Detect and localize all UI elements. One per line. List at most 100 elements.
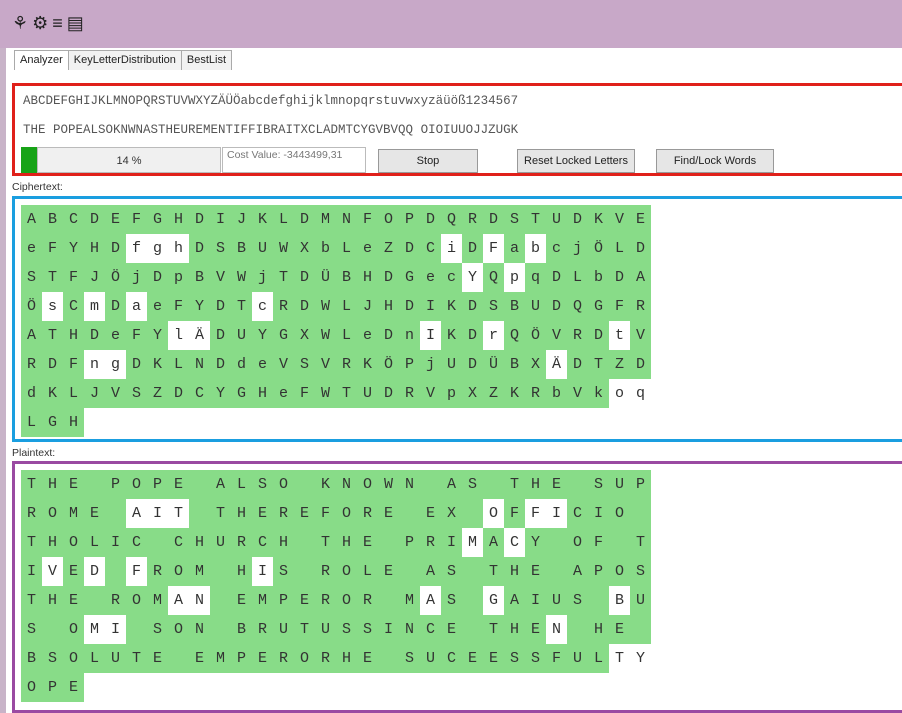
ciphertext-cell[interactable]: D: [84, 205, 105, 234]
plaintext-cell[interactable]: [84, 470, 105, 499]
ciphertext-cell[interactable]: P: [399, 205, 420, 234]
plaintext-cell[interactable]: [420, 470, 441, 499]
plaintext-cell[interactable]: H: [42, 470, 63, 499]
ciphertext-cell[interactable]: Ü: [483, 350, 504, 379]
plaintext-cell[interactable]: H: [42, 528, 63, 557]
plaintext-cell[interactable]: H: [504, 557, 525, 586]
ciphertext-cell[interactable]: Q: [567, 292, 588, 321]
plaintext-cell[interactable]: [546, 557, 567, 586]
ciphertext-cell[interactable]: D: [189, 234, 210, 263]
ciphertext-cell[interactable]: a: [126, 292, 147, 321]
ciphertext-cell[interactable]: E: [630, 205, 651, 234]
ciphertext-cell[interactable]: Ö: [378, 350, 399, 379]
plaintext-cell[interactable]: H: [336, 528, 357, 557]
plaintext-cell[interactable]: B: [21, 644, 42, 673]
plaintext-cell[interactable]: E: [252, 499, 273, 528]
plaintext-cell[interactable]: [378, 528, 399, 557]
ciphertext-cell[interactable]: e: [147, 292, 168, 321]
ciphertext-cell[interactable]: F: [357, 205, 378, 234]
ciphertext-cell[interactable]: t: [609, 321, 630, 350]
plaintext-cell[interactable]: Y: [525, 528, 546, 557]
ciphertext-cell[interactable]: R: [525, 379, 546, 408]
tab-analyzer[interactable]: Analyzer: [14, 50, 69, 70]
plaintext-cell[interactable]: H: [231, 557, 252, 586]
plaintext-cell[interactable]: E: [546, 470, 567, 499]
ciphertext-cell[interactable]: H: [378, 292, 399, 321]
plaintext-cell[interactable]: O: [42, 499, 63, 528]
ciphertext-cell[interactable]: B: [336, 263, 357, 292]
ciphertext-cell[interactable]: D: [378, 321, 399, 350]
reset-locked-letters-button[interactable]: Reset Locked Letters: [517, 149, 635, 173]
plaintext-cell[interactable]: S: [441, 557, 462, 586]
ciphertext-cell[interactable]: T: [525, 205, 546, 234]
plaintext-cell[interactable]: A: [483, 528, 504, 557]
ciphertext-cell[interactable]: Ö: [21, 292, 42, 321]
plaintext-cell[interactable]: E: [357, 528, 378, 557]
ciphertext-cell[interactable]: j: [420, 350, 441, 379]
plaintext-cell[interactable]: M: [210, 644, 231, 673]
plaintext-cell[interactable]: N: [546, 615, 567, 644]
plaintext-cell[interactable]: E: [63, 557, 84, 586]
ciphertext-cell[interactable]: F: [294, 379, 315, 408]
ciphertext-cell[interactable]: K: [588, 205, 609, 234]
ciphertext-cell[interactable]: U: [441, 350, 462, 379]
plaintext-cell[interactable]: S: [588, 470, 609, 499]
ciphertext-cell[interactable]: D: [483, 205, 504, 234]
plaintext-cell[interactable]: Y: [630, 644, 651, 673]
plaintext-cell[interactable]: E: [378, 557, 399, 586]
plaintext-cell[interactable]: M: [147, 586, 168, 615]
ciphertext-cell[interactable]: g: [147, 234, 168, 263]
plaintext-cell[interactable]: H: [231, 499, 252, 528]
ciphertext-cell[interactable]: K: [42, 379, 63, 408]
ciphertext-cell[interactable]: j: [567, 234, 588, 263]
ciphertext-cell[interactable]: W: [315, 321, 336, 350]
ciphertext-cell[interactable]: c: [546, 234, 567, 263]
ciphertext-cell[interactable]: W: [273, 234, 294, 263]
ciphertext-cell[interactable]: K: [357, 350, 378, 379]
plaintext-cell[interactable]: C: [441, 644, 462, 673]
plaintext-cell[interactable]: U: [420, 644, 441, 673]
plaintext-cell[interactable]: A: [441, 470, 462, 499]
ciphertext-cell[interactable]: k: [588, 379, 609, 408]
ciphertext-cell[interactable]: B: [231, 234, 252, 263]
plaintext-cell[interactable]: S: [357, 615, 378, 644]
ciphertext-cell[interactable]: L: [273, 205, 294, 234]
plaintext-cell[interactable]: A: [504, 586, 525, 615]
ciphertext-cell[interactable]: K: [504, 379, 525, 408]
ciphertext-cell[interactable]: g: [105, 350, 126, 379]
ciphertext-cell[interactable]: D: [189, 205, 210, 234]
ciphertext-cell[interactable]: j: [252, 263, 273, 292]
plaintext-cell[interactable]: P: [273, 586, 294, 615]
ciphertext-cell[interactable]: J: [84, 379, 105, 408]
tab-key-letter-distribution[interactable]: KeyLetterDistribution: [67, 50, 182, 70]
plaintext-cell[interactable]: O: [336, 499, 357, 528]
plaintext-cell[interactable]: N: [189, 615, 210, 644]
ciphertext-cell[interactable]: R: [399, 379, 420, 408]
ciphertext-cell[interactable]: Y: [462, 263, 483, 292]
ciphertext-cell[interactable]: W: [231, 263, 252, 292]
ciphertext-cell[interactable]: n: [399, 321, 420, 350]
ciphertext-cell[interactable]: D: [546, 263, 567, 292]
plaintext-cell[interactable]: P: [42, 673, 63, 702]
ciphertext-cell[interactable]: T: [588, 350, 609, 379]
plaintext-cell[interactable]: U: [609, 470, 630, 499]
plaintext-cell[interactable]: B: [231, 615, 252, 644]
ciphertext-cell[interactable]: V: [210, 263, 231, 292]
ciphertext-cell[interactable]: Y: [147, 321, 168, 350]
plaintext-cell[interactable]: E: [294, 586, 315, 615]
plaintext-cell[interactable]: O: [273, 470, 294, 499]
plaintext-cell[interactable]: F: [504, 499, 525, 528]
ciphertext-cell[interactable]: Ö: [525, 321, 546, 350]
plaintext-cell[interactable]: L: [588, 644, 609, 673]
plaintext-cell[interactable]: O: [63, 528, 84, 557]
plaintext-cell[interactable]: [189, 470, 210, 499]
plaintext-cell[interactable]: B: [609, 586, 630, 615]
plaintext-cell[interactable]: A: [420, 557, 441, 586]
plaintext-cell[interactable]: [42, 615, 63, 644]
plaintext-cell[interactable]: T: [609, 644, 630, 673]
ciphertext-cell[interactable]: S: [294, 350, 315, 379]
ciphertext-cell[interactable]: J: [84, 263, 105, 292]
settings-group-icon[interactable]: ⚘: [12, 14, 28, 32]
ciphertext-cell[interactable]: V: [420, 379, 441, 408]
plaintext-cell[interactable]: H: [189, 528, 210, 557]
